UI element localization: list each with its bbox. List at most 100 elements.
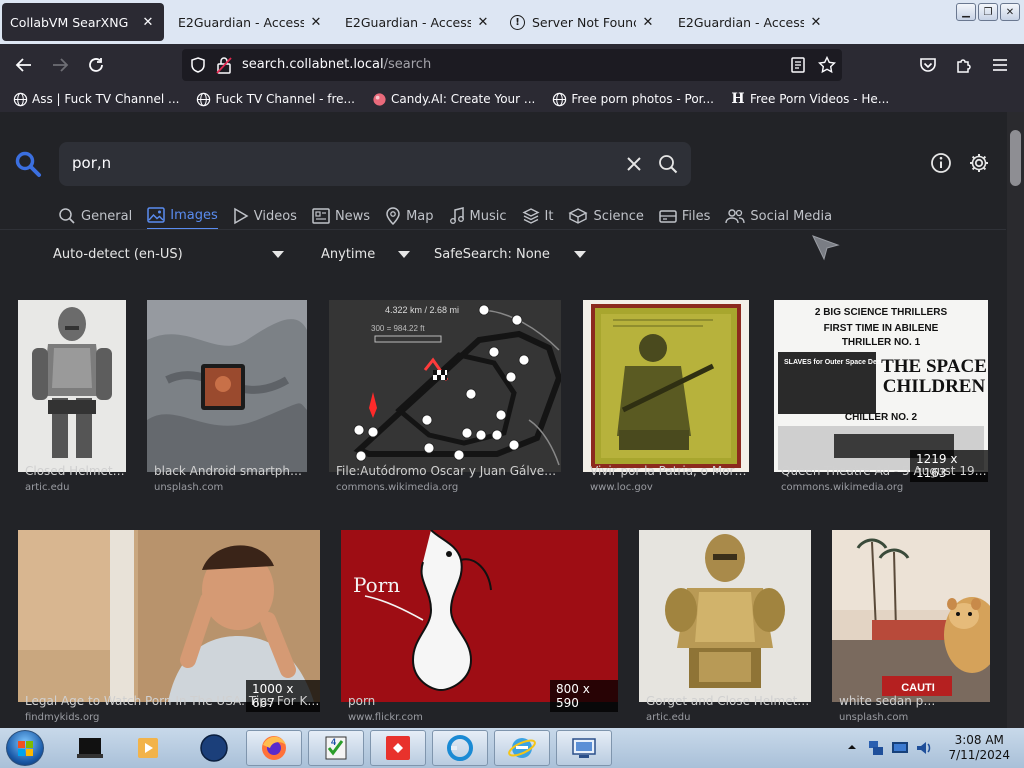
tab-label: Science: [593, 208, 644, 224]
image-result[interactable]: Closed Helmet ... artic.edu: [18, 300, 126, 498]
image-result[interactable]: Gorget and Close Helmet ... artic.edu: [639, 530, 811, 728]
bookmark-4[interactable]: Free porn photos - Por...: [551, 91, 714, 107]
tab-label: Images: [170, 207, 218, 223]
tab-title: E2Guardian - Access Den: [345, 14, 471, 30]
result-source: unsplash.com: [839, 712, 909, 723]
tab-label: Social Media: [750, 208, 833, 224]
tab-science[interactable]: Science: [568, 202, 644, 230]
newspaper-icon: [312, 207, 330, 225]
tab-label: General: [81, 208, 133, 224]
taskbar-app-anydesk[interactable]: [370, 730, 426, 766]
tab-social-media[interactable]: Social Media: [725, 202, 832, 230]
volume-icon[interactable]: [915, 739, 933, 757]
gear-icon[interactable]: [968, 152, 990, 174]
pocket-button[interactable]: [916, 53, 940, 77]
result-title: porn: [348, 694, 376, 708]
tab-e2guardian-3[interactable]: E2Guardian - Access Den ✕: [670, 4, 832, 40]
media-player-icon: [138, 738, 158, 758]
close-icon[interactable]: ✕: [475, 15, 491, 30]
tab-music[interactable]: Music: [449, 202, 507, 230]
people-icon: [725, 207, 746, 225]
back-arrow-icon: [15, 58, 31, 72]
taskbar-app-media[interactable]: [120, 730, 176, 766]
menu-button[interactable]: [988, 53, 1012, 77]
reload-button[interactable]: [84, 53, 108, 77]
maximize-button[interactable]: ❐: [978, 3, 998, 21]
taskbar-app-firefox[interactable]: [246, 730, 302, 766]
search-input[interactable]: por,n: [59, 142, 691, 186]
svg-text:CHILLER NO. 2: CHILLER NO. 2: [845, 412, 918, 423]
taskbar-app-remote[interactable]: [556, 730, 612, 766]
tab-news[interactable]: News: [312, 202, 370, 230]
system-tray: 3:08 AM 7/11/2024: [843, 728, 1024, 768]
bookmark-2[interactable]: Fuck TV Channel - fre...: [195, 91, 355, 107]
tab-images[interactable]: Images: [147, 202, 218, 230]
start-button[interactable]: [6, 730, 44, 766]
tab-e2guardian-2[interactable]: E2Guardian - Access Den ✕: [337, 4, 499, 40]
result-source: commons.wikimedia.org: [336, 482, 459, 493]
taskbar-app-monitor[interactable]: [62, 730, 118, 766]
thumbnail-gold-armor: [639, 530, 811, 702]
puzzle-icon: [957, 59, 971, 73]
taskbar-app-sync[interactable]: [432, 730, 488, 766]
url-bar[interactable]: search.collabnet.local/search: [182, 49, 842, 81]
forward-arrow-icon: [53, 58, 69, 72]
info-icon[interactable]: [930, 152, 952, 174]
tab-searxng[interactable]: CollabVM SearXNG ✕: [2, 3, 164, 41]
tab-videos[interactable]: Videos: [233, 202, 297, 230]
minimize-button[interactable]: ▁: [956, 3, 976, 21]
tab-map[interactable]: Map: [385, 202, 434, 230]
image-result[interactable]: 1000 x 667 Legal Age to Watch Porn In Th…: [18, 530, 320, 728]
display-icon[interactable]: [891, 739, 909, 757]
bookmark-3[interactable]: Candy.AI: Create Your ...: [371, 91, 535, 107]
image-result[interactable]: CAUTI white sedan parked ... unsplash.co…: [832, 530, 990, 728]
language-select[interactable]: Auto-detect (en-US): [53, 247, 284, 262]
safesearch-select[interactable]: SafeSearch: None: [434, 247, 586, 262]
search-icon[interactable]: [658, 154, 678, 174]
tab-server-not-found[interactable]: ! Server Not Found ✕: [502, 4, 664, 40]
scrollbar-thumb[interactable]: [1010, 130, 1021, 186]
taskbar-app-ie[interactable]: [494, 730, 550, 766]
taskbar-app-tasks[interactable]: 4: [308, 730, 364, 766]
tab-files[interactable]: Files: [659, 202, 710, 230]
language-value: Auto-detect (en-US): [53, 247, 183, 262]
close-icon[interactable]: ✕: [140, 15, 156, 30]
back-button[interactable]: [12, 53, 36, 77]
scrollbar[interactable]: [1007, 112, 1024, 728]
time-range-select[interactable]: Anytime: [321, 247, 411, 262]
close-window-button[interactable]: ✕: [1000, 3, 1020, 21]
thumbnail-sedan-street: CAUTI: [832, 530, 990, 702]
result-source: www.flickr.com: [348, 712, 423, 723]
close-icon[interactable]: ✕: [308, 15, 324, 30]
bookmark-1[interactable]: Ass | Fuck TV Channel ...: [12, 91, 179, 107]
bookmark-5[interactable]: H Free Porn Videos - He...: [730, 91, 889, 107]
result-title: white sedan parked ...: [839, 694, 939, 708]
tray-expand-icon[interactable]: [847, 742, 857, 752]
h-logo-icon: H: [731, 91, 745, 107]
image-result[interactable]: Vivir por la Patria, o Morir ... www.loc…: [583, 300, 749, 498]
tab-e2guardian-1[interactable]: E2Guardian - Access Den ✕: [170, 4, 332, 40]
result-source: artic.edu: [646, 712, 691, 723]
extensions-button[interactable]: [952, 53, 976, 77]
image-result[interactable]: black Android smartphon... unsplash.com: [147, 300, 307, 498]
result-title: Gorget and Close Helmet ...: [646, 694, 810, 708]
tab-it[interactable]: It: [521, 202, 553, 230]
image-result[interactable]: 2 BIG SCIENCE THRILLERS FIRST TIME IN AB…: [774, 300, 988, 498]
close-icon[interactable]: ✕: [808, 15, 824, 30]
thumbnail-newspaper-ad: 2 BIG SCIENCE THRILLERS FIRST TIME IN AB…: [774, 300, 988, 472]
network-icon[interactable]: [867, 739, 885, 757]
tab-general[interactable]: General: [58, 202, 132, 230]
searxng-logo-icon[interactable]: [14, 150, 42, 178]
svg-text:CAUTI: CAUTI: [901, 682, 935, 694]
taskbar-app-globe[interactable]: [186, 730, 242, 766]
chevron-down-icon: [398, 251, 411, 258]
image-result[interactable]: 4.322 km / 2.68 mi 300 = 984.22 ft File:…: [329, 300, 561, 498]
system-clock[interactable]: 3:08 AM 7/11/2024: [948, 733, 1010, 763]
image-result[interactable]: Porn 800 x 590 porn www.flickr.com: [341, 530, 618, 728]
svg-text:CHILDREN: CHILDREN: [883, 376, 986, 397]
bookmark-label: Candy.AI: Create Your ...: [391, 92, 536, 106]
forward-button[interactable]: [48, 53, 72, 77]
clear-icon[interactable]: [626, 156, 642, 172]
close-icon[interactable]: ✕: [640, 15, 656, 30]
bookmarks-bar: Ass | Fuck TV Channel ... Fuck TV Channe…: [0, 86, 1024, 112]
